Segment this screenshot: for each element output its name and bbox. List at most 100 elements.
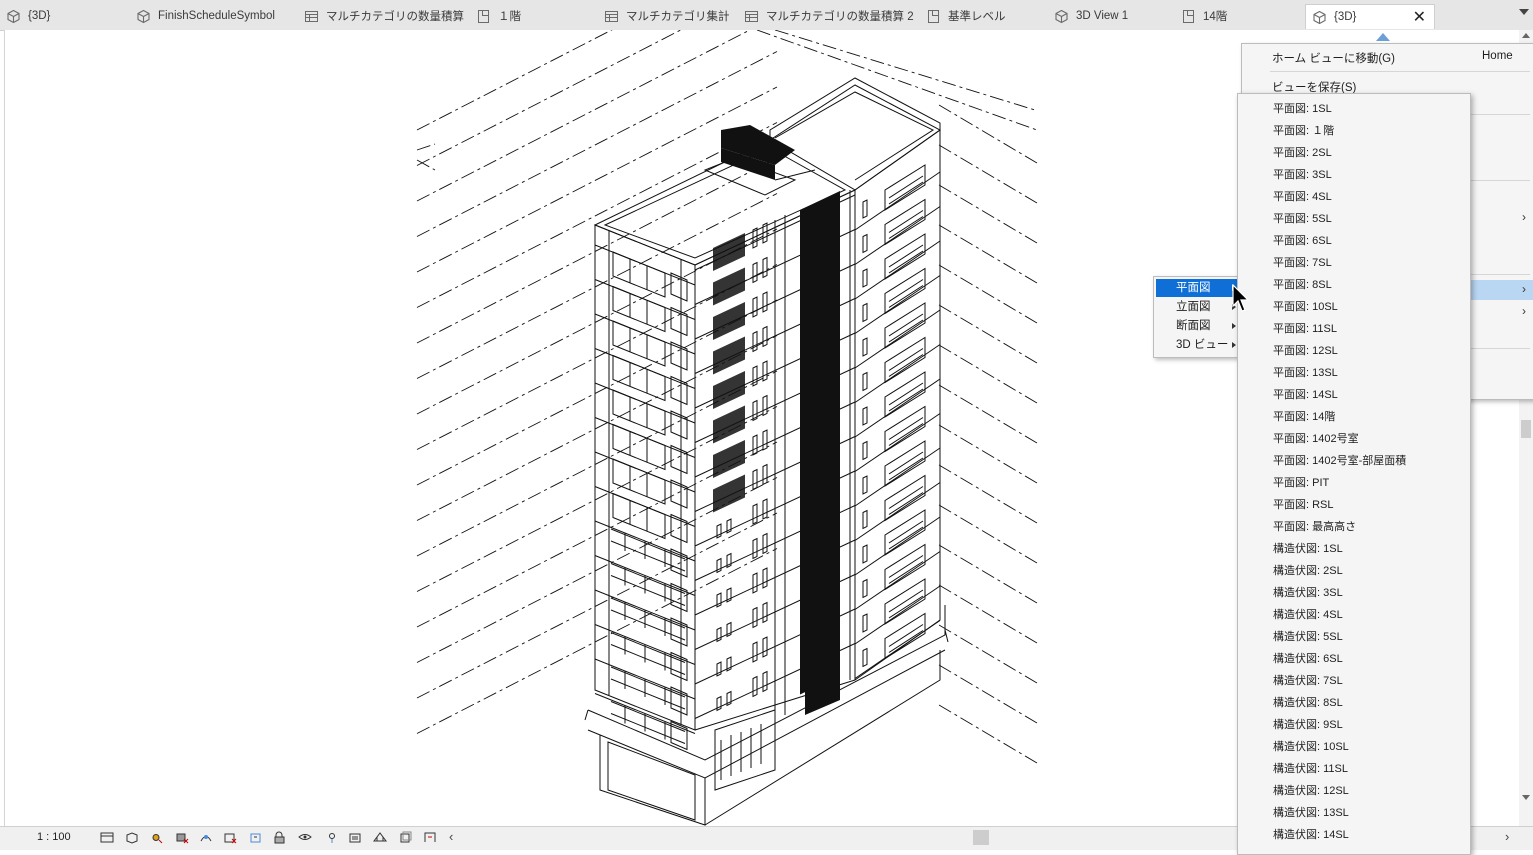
submenu-arrow-icon: › [1522, 282, 1526, 296]
submenu-item[interactable]: 断面図 [1156, 317, 1240, 335]
view-list-item[interactable]: 構造伏図: 3SL [1273, 584, 1343, 600]
tab-label: 14階 [1203, 11, 1228, 23]
view-list-item[interactable]: 平面図: 1402号室-部屋面積 [1273, 452, 1406, 468]
shadows-icon[interactable] [175, 831, 189, 844]
visual-style-icon[interactable] [125, 831, 139, 844]
sun-path-icon[interactable] [149, 831, 163, 844]
view-scale[interactable]: 1 : 100 [37, 831, 71, 843]
view-list-item[interactable]: 平面図: 2SL [1273, 144, 1332, 160]
plan-icon [476, 9, 491, 24]
mouse-cursor-icon [1232, 284, 1250, 312]
view-list-item[interactable]: 平面図: 14SL [1273, 386, 1338, 402]
view-tab[interactable]: {3D} [0, 4, 130, 28]
menu-item-go-home[interactable]: ホーム ビューに移動(G) [1272, 50, 1395, 66]
view-tab[interactable]: FinishScheduleSymbol [130, 4, 298, 28]
view-tab[interactable]: 14階 [1175, 4, 1305, 28]
submenu-item[interactable]: 3D ビュー [1156, 336, 1240, 354]
view-list-item[interactable]: 構造伏図: 14SL [1273, 826, 1349, 842]
view-list-item[interactable]: 平面図: 5SL [1273, 210, 1332, 226]
scroll-thumb[interactable] [1521, 420, 1531, 438]
view-list-item[interactable]: 平面図: 13SL [1273, 364, 1338, 380]
submenu-item-label: 立面図 [1176, 301, 1211, 313]
tab-label: {3D} [28, 10, 51, 22]
unlock-3d-icon[interactable] [273, 831, 287, 844]
view-tab[interactable]: 基準レベル [920, 4, 1048, 28]
view-tab[interactable]: {3D} ✕ [1305, 4, 1435, 29]
reveal-hidden-icon[interactable] [325, 831, 339, 844]
temporary-hide-icon[interactable] [298, 831, 312, 844]
view-list-item[interactable]: 平面図: 1402号室 [1273, 430, 1359, 446]
view-list-item[interactable]: 構造伏図: 8SL [1273, 694, 1343, 710]
scroll-right-icon[interactable]: › [1505, 829, 1509, 844]
tab-label: {3D} [1334, 11, 1357, 23]
tab-label: マルチカテゴリ集計 [626, 11, 730, 23]
view-list-item[interactable]: 構造伏図: 6SL [1273, 650, 1343, 666]
submenu-arrow-icon [1232, 342, 1236, 348]
show-crop-icon[interactable] [249, 831, 263, 844]
view-list-item[interactable]: 平面図: PIT [1273, 474, 1329, 490]
scroll-down-icon[interactable] [1522, 795, 1530, 800]
view-list-item[interactable]: 平面図: 1SL [1273, 100, 1332, 116]
view-list-item[interactable]: 平面図: 14階 [1273, 408, 1335, 424]
highlight-displacement-icon[interactable] [398, 831, 412, 844]
view-tab[interactable]: マルチカテゴリの数量積算 [298, 4, 470, 28]
3d-view-icon [6, 9, 21, 24]
analytical-model-icon[interactable] [373, 831, 387, 844]
view-list-item[interactable]: 構造伏図: 7SL [1273, 672, 1343, 688]
scroll-up-icon[interactable] [1522, 33, 1530, 38]
view-type-submenu: 平面図立面図断面図 3D ビュー [1153, 276, 1243, 358]
tab-overflow-icon[interactable] [1519, 9, 1529, 15]
horizontal-scroll-thumb[interactable] [973, 830, 989, 845]
scroll-left-icon[interactable]: ‹ [449, 829, 453, 844]
submenu-arrow-icon [1232, 323, 1236, 329]
render-icon[interactable] [199, 831, 213, 844]
view-list-item[interactable]: 平面図: 11SL [1273, 320, 1337, 336]
temp-properties-icon[interactable] [348, 831, 362, 844]
view-list-item[interactable]: 構造伏図: 2SL [1273, 562, 1343, 578]
view-list-item[interactable]: 平面図: 7SL [1273, 254, 1332, 270]
submenu-item-label: 断面図 [1176, 320, 1211, 332]
view-list-item[interactable]: 構造伏図: 13SL [1273, 804, 1349, 820]
detail-level-icon[interactable] [100, 831, 114, 844]
tab-label: マルチカテゴリの数量積算 [326, 11, 464, 23]
view-tab-bar: {3D} FinishScheduleSymbol マルチカテゴリの数量積算 １階 マル… [0, 0, 1533, 31]
view-tab[interactable]: 3D View 1 [1048, 4, 1175, 28]
close-tab-icon[interactable]: ✕ [1413, 7, 1426, 27]
view-list-item[interactable]: 構造伏図: 1SL [1273, 540, 1343, 556]
3d-view-icon [1312, 10, 1327, 25]
view-list-item[interactable]: 平面図: 3SL [1273, 166, 1332, 182]
submenu-arrow-icon: › [1522, 210, 1526, 224]
view-list-item[interactable]: 平面図: 8SL [1273, 276, 1332, 292]
view-list-item[interactable]: 平面図: １階 [1273, 122, 1334, 138]
menu-shortcut-home: Home [1482, 50, 1513, 62]
3d-view-icon [136, 9, 151, 24]
submenu-item-label: 3D ビュー [1176, 339, 1229, 351]
submenu-item-label: 平面図 [1176, 282, 1211, 294]
view-list-item[interactable]: 平面図: 6SL [1273, 232, 1332, 248]
tab-label: 3D View 1 [1076, 10, 1129, 22]
view-list-item[interactable]: 構造伏図: 12SL [1273, 782, 1349, 798]
view-list-item[interactable]: 平面図: 12SL [1273, 342, 1338, 358]
view-list-item[interactable]: 構造伏図: 5SL [1273, 628, 1343, 644]
view-list-item[interactable]: 平面図: 4SL [1273, 188, 1332, 204]
submenu-item[interactable]: 立面図 [1156, 298, 1240, 316]
view-list-item[interactable]: 平面図: RSL [1273, 496, 1334, 512]
view-tab[interactable]: マルチカテゴリ集計 [598, 4, 738, 28]
constraints-icon[interactable] [423, 831, 437, 844]
plan-icon [926, 9, 941, 24]
viewcube-home-icon[interactable] [1376, 33, 1390, 41]
view-tab[interactable]: １階 [470, 4, 598, 28]
crop-view-icon[interactable] [223, 831, 237, 844]
submenu-item[interactable]: 平面図 [1156, 279, 1240, 297]
view-tab[interactable]: マルチカテゴリの数量積算 2 [738, 4, 920, 28]
view-list-item[interactable]: 構造伏図: 11SL [1273, 760, 1348, 776]
menu-separator [1270, 71, 1530, 72]
tab-label: マルチカテゴリの数量積算 2 [766, 11, 914, 23]
view-list-item[interactable]: 構造伏図: 4SL [1273, 606, 1343, 622]
view-list-submenu: 平面図: 1SL 平面図: １階 平面図: 2SL 平面図: 3SL 平面図: 4SL 平… [1237, 93, 1471, 855]
view-list-item[interactable]: 構造伏図: 9SL [1273, 716, 1343, 732]
view-list-item[interactable]: 平面図: 最高高さ [1273, 518, 1356, 534]
view-list-item[interactable]: 構造伏図: 10SL [1273, 738, 1349, 754]
view-list-item[interactable]: 平面図: 10SL [1273, 298, 1338, 314]
tab-label: １階 [498, 11, 521, 23]
